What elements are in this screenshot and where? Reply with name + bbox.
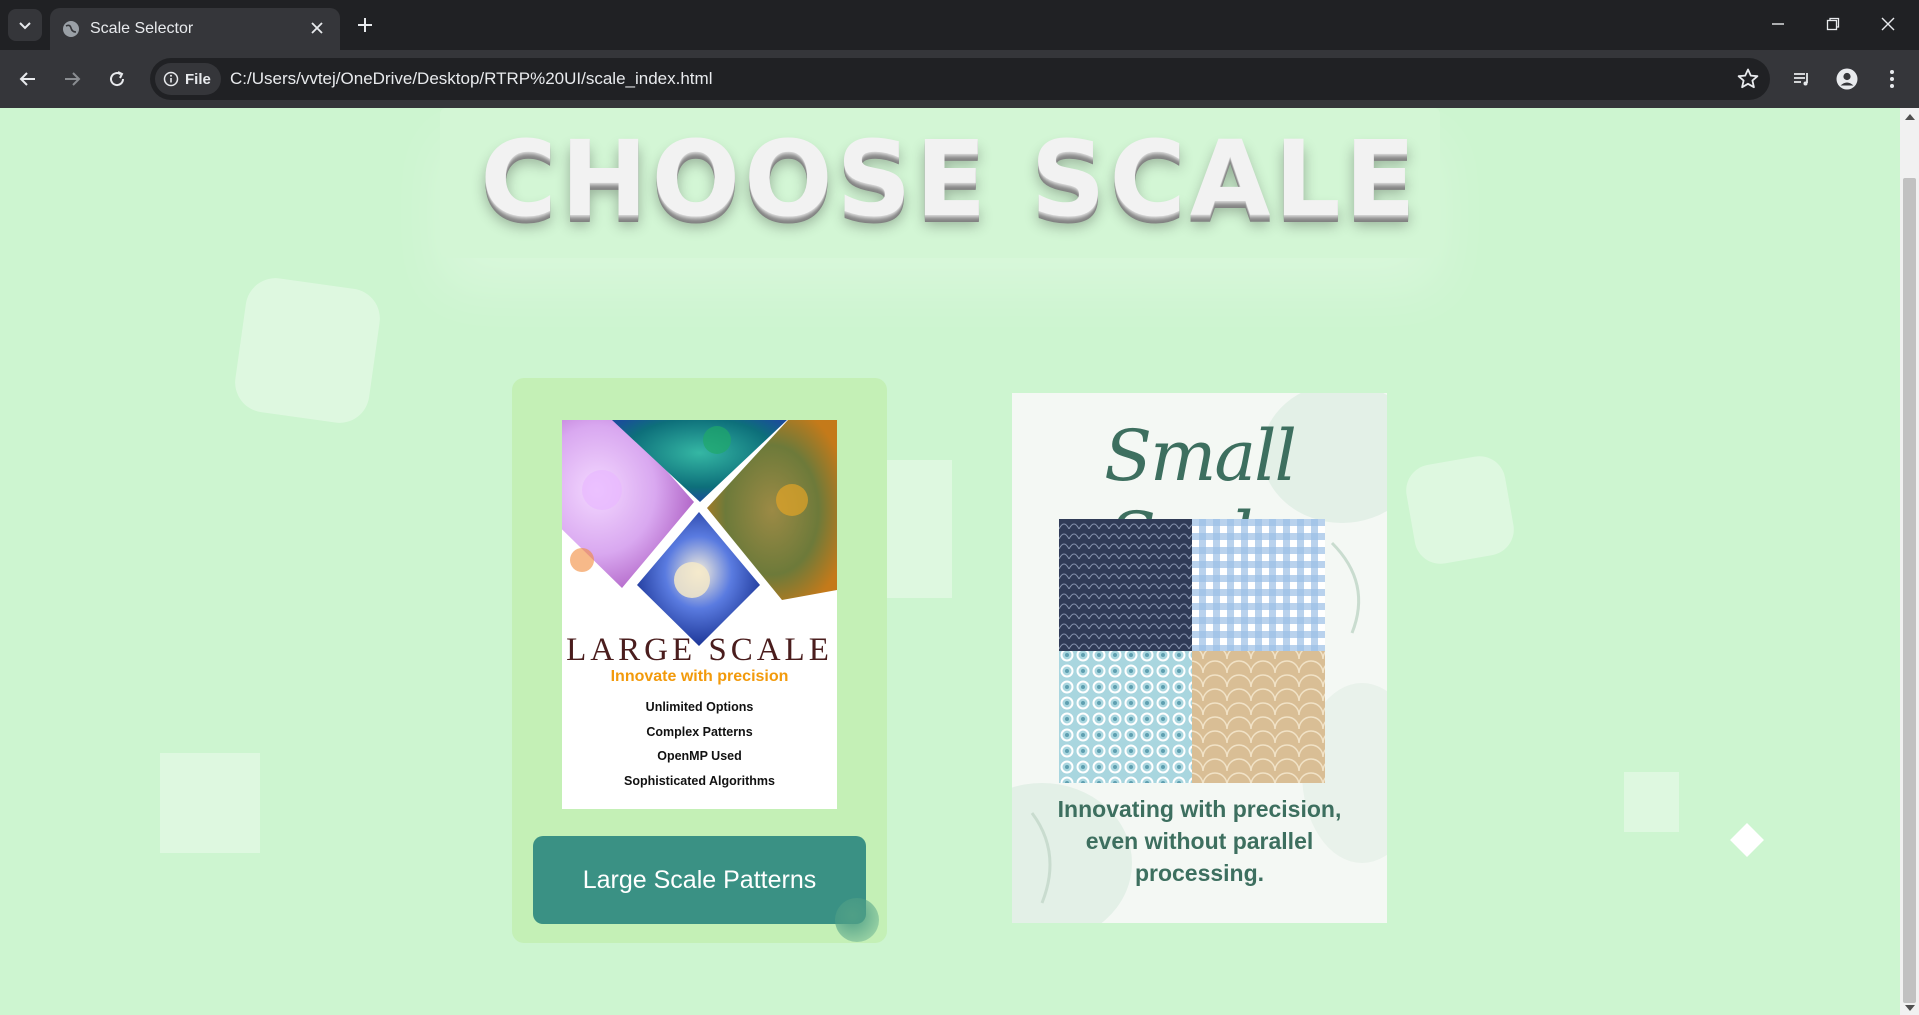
large-scale-poster: LARGE SCALE Innovate with precision Unli…: [562, 420, 837, 809]
browser-toolbar: File C:/Users/vvtej/OneDrive/Desktop/RTR…: [0, 50, 1919, 108]
feature-item: Complex Patterns: [646, 724, 753, 739]
tagline-line: even without parallel: [1085, 828, 1314, 854]
vertical-scrollbar[interactable]: [1900, 108, 1919, 1015]
address-bar[interactable]: File C:/Users/vvtej/OneDrive/Desktop/RTR…: [150, 58, 1770, 100]
reload-icon: [110, 71, 125, 87]
feature-item: Sophisticated Algorithms: [624, 773, 775, 788]
avatar-icon: [1836, 68, 1858, 90]
new-tab-button[interactable]: [352, 12, 378, 38]
large-feature-list: Unlimited Options Complex Patterns OpenM…: [562, 700, 837, 798]
site-info-label: File: [185, 70, 211, 88]
large-poster-title: LARGE SCALE: [566, 632, 833, 668]
tagline-line: Innovating with precision,: [1057, 796, 1342, 822]
forward-button[interactable]: [56, 63, 88, 95]
site-info-chip[interactable]: File: [155, 63, 221, 95]
tab-strip: Scale Selector: [0, 0, 1919, 50]
small-poster-tagline: Innovating with precision, even without …: [1012, 793, 1387, 889]
scroll-down-arrow-icon[interactable]: [1905, 1005, 1915, 1011]
close-window-button[interactable]: [1868, 8, 1908, 40]
small-scale-card[interactable]: Small Scale Innovating with precision, e…: [1012, 393, 1387, 923]
media-controls-button[interactable]: [1786, 63, 1818, 95]
active-tab[interactable]: Scale Selector: [50, 8, 340, 50]
close-icon: [1881, 17, 1895, 31]
plus-icon: [358, 18, 372, 32]
playlist-icon: [1794, 73, 1808, 86]
decor-rounded-square: [1402, 452, 1518, 568]
bookmark-star-icon[interactable]: [1736, 67, 1760, 91]
tagline-line: processing.: [1134, 860, 1265, 886]
page-viewport: CHOOSE SCALE LARGE SCALE Innovate with p…: [0, 108, 1900, 1015]
restore-icon: [1826, 17, 1840, 31]
decor-square: [160, 753, 260, 853]
more-vertical-icon: [1890, 70, 1894, 88]
decor-square: [1624, 772, 1679, 832]
minimize-icon: [1772, 23, 1784, 25]
minimize-button[interactable]: [1758, 8, 1798, 40]
arrow-left-icon: [19, 72, 35, 86]
chevron-down-icon: [19, 22, 31, 30]
tab-title: Scale Selector: [90, 20, 194, 37]
reload-button[interactable]: [101, 63, 133, 95]
url-text[interactable]: C:/Users/vvtej/OneDrive/Desktop/RTRP%20U…: [230, 69, 712, 89]
profile-button[interactable]: [1831, 63, 1863, 95]
decor-diamond: [1730, 823, 1764, 857]
fractal-pattern-image: [562, 420, 837, 646]
large-poster-subtitle: Innovate with precision: [610, 668, 789, 685]
back-button[interactable]: [12, 63, 44, 95]
close-icon: [311, 22, 323, 34]
browser-menu-button[interactable]: [1876, 63, 1908, 95]
tab-search-button[interactable]: [8, 9, 42, 41]
tab-close-button[interactable]: [306, 17, 328, 39]
large-scale-card: LARGE SCALE Innovate with precision Unli…: [512, 378, 887, 943]
restore-button[interactable]: [1813, 8, 1853, 40]
arrow-right-icon: [65, 72, 81, 86]
globe-icon: [63, 21, 79, 37]
feature-item: OpenMP Used: [657, 749, 742, 763]
info-icon: [163, 71, 179, 87]
scrollbar-thumb[interactable]: [1903, 178, 1916, 1003]
decor-rounded-square: [231, 274, 384, 427]
scroll-up-arrow-icon[interactable]: [1905, 114, 1915, 120]
button-ripple-dot: [835, 898, 879, 942]
page-title: CHOOSE SCALE: [480, 118, 1420, 240]
feature-item: Unlimited Options: [645, 700, 754, 714]
fabric-swatch-grid-image: [1059, 519, 1325, 783]
decor-rectangle: [887, 460, 952, 598]
large-scale-patterns-button[interactable]: Large Scale Patterns: [533, 836, 866, 924]
